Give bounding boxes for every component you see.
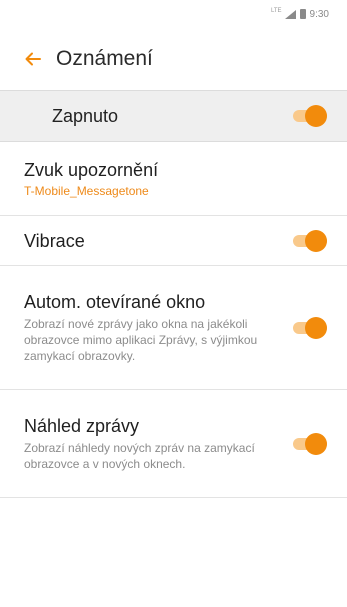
app-header: Oznámení: [0, 28, 347, 90]
toggle-knob: [305, 432, 327, 455]
message-preview-toggle-switch[interactable]: [293, 432, 327, 455]
master-switch-row[interactable]: Zapnuto: [0, 90, 347, 142]
status-bar: LTE 9:30: [0, 0, 347, 28]
toggle-knob: [305, 105, 327, 127]
auto-window-toggle-switch[interactable]: [293, 316, 327, 339]
battery-icon: [299, 9, 306, 19]
setting-value: T-Mobile_Messagetone: [24, 184, 149, 198]
signal-indicator: LTE: [270, 8, 296, 19]
setting-title: Autom. otevírané okno: [24, 292, 206, 312]
network-type-label: LTE: [270, 8, 282, 14]
setting-description: Zobrazí nové zprávy jako okna na jakékol…: [24, 317, 258, 363]
status-time: 9:30: [309, 8, 329, 20]
setting-text: Náhled zprávy Zobrazí náhledy nových zpr…: [24, 415, 293, 472]
master-toggle-switch[interactable]: [293, 105, 327, 127]
vibration-toggle-switch[interactable]: [293, 229, 327, 252]
setting-text: Autom. otevírané okno Zobrazí nové zpráv…: [24, 291, 293, 364]
setting-title: Vibrace: [24, 230, 85, 251]
setting-row-auto-window[interactable]: Autom. otevírané okno Zobrazí nové zpráv…: [0, 266, 347, 390]
setting-title: Zvuk upozornění: [24, 160, 159, 180]
setting-row-message-preview[interactable]: Náhled zprávy Zobrazí náhledy nových zpr…: [0, 390, 347, 498]
toggle-knob: [305, 316, 327, 339]
setting-text: Vibrace: [24, 230, 293, 252]
signal-icon: [284, 9, 296, 19]
page-title: Oznámení: [56, 47, 153, 70]
setting-text: Zvuk upozornění T-Mobile_Messagetone: [24, 159, 327, 198]
toggle-knob: [305, 229, 327, 252]
setting-row-vibration[interactable]: Vibrace: [0, 216, 347, 266]
setting-title: Náhled zprávy: [24, 416, 140, 436]
setting-description: Zobrazí náhledy nových zpráv na zamykací…: [24, 441, 255, 471]
master-switch-label: Zapnuto: [52, 105, 119, 126]
setting-row-notification-sound[interactable]: Zvuk upozornění T-Mobile_Messagetone: [0, 142, 347, 216]
arrow-left-icon[interactable]: [24, 50, 42, 68]
